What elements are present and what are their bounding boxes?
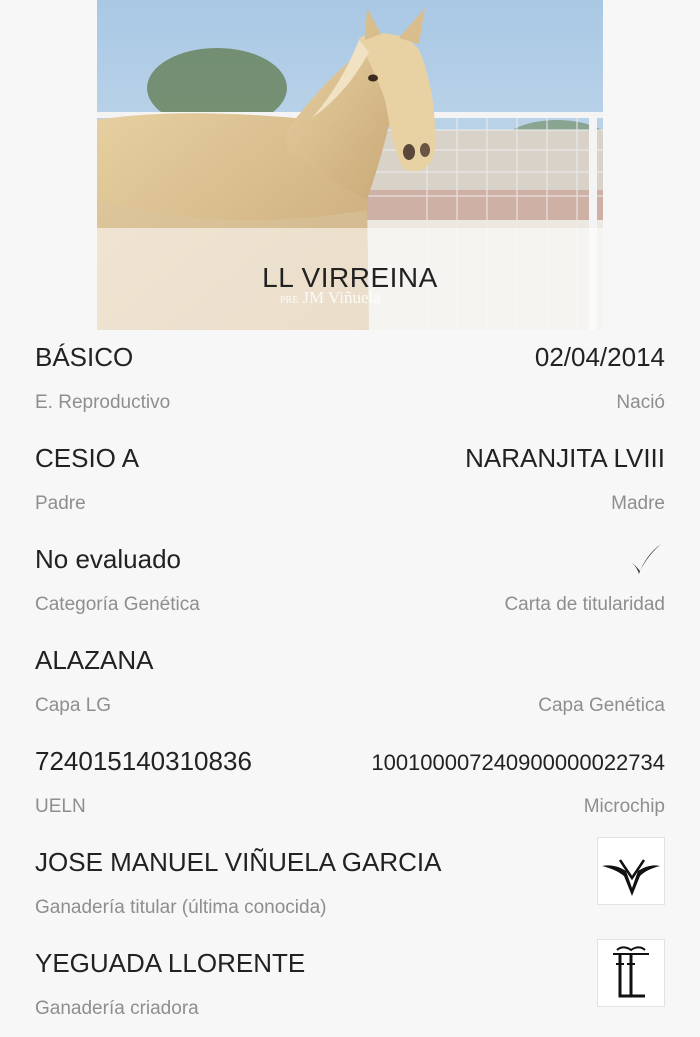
detail-row-breeder[interactable]: YEGUADA LLORENTE Ganadería criadora [35, 936, 665, 1037]
detail-row-parents: CESIO A Padre NARANJITA LVIII Madre [35, 431, 665, 532]
reproductive-state-value: BÁSICO [35, 342, 134, 372]
coat-lg-label: Capa LG [35, 695, 112, 716]
detail-row-owner[interactable]: JOSE MANUEL VIÑUELA GARCIA Ganadería tit… [35, 835, 665, 936]
reproductive-state-label: E. Reproductivo [35, 392, 171, 413]
microchip-label: Microchip [583, 796, 665, 817]
watermark-text: JM Viñuela [302, 288, 381, 307]
checkmark-icon [630, 544, 661, 574]
ueln-value: 724015140310836 [35, 746, 252, 776]
sire-value[interactable]: CESIO A [35, 443, 139, 474]
ownership-card-label: Carta de titularidad [504, 594, 665, 615]
breeder-brand-logo[interactable] [597, 939, 665, 1007]
microchip-value: 100100007240900000022734 [371, 750, 665, 775]
genetic-coat-label: Capa Genética [538, 695, 665, 716]
sire-label: Padre [35, 493, 86, 514]
breeder-label: Ganadería criadora [35, 998, 199, 1019]
dam-label: Madre [611, 493, 665, 514]
dam-value[interactable]: NARANJITA LVIII [465, 443, 665, 474]
photo-watermark: PRE JM Viñuela [280, 288, 480, 308]
detail-row-coat: ALAZANA Capa LG Capa Genética [35, 633, 665, 734]
detail-row-reproductive: BÁSICO E. Reproductivo 02/04/2014 Nació [35, 330, 665, 431]
detail-row-genetic: No evaluado Categoría Genética Carta de … [35, 532, 665, 633]
ueln-label: UELN [35, 796, 86, 817]
owner-label: Ganadería titular (última conocida) [35, 897, 327, 918]
jmv-brand-icon [602, 859, 660, 896]
owner-value: JOSE MANUEL VIÑUELA GARCIA [35, 847, 442, 877]
genetic-category-value: No evaluado [35, 544, 181, 574]
coat-lg-value: ALAZANA [35, 645, 154, 675]
genetic-category-label: Categoría Genética [35, 594, 200, 615]
birth-date-label: Nació [616, 392, 665, 413]
watermark-prefix: PRE [280, 295, 299, 306]
ll-brand-icon [613, 946, 649, 998]
breeder-value: YEGUADA LLORENTE [35, 948, 306, 978]
horse-details: BÁSICO E. Reproductivo 02/04/2014 Nació … [0, 330, 700, 1024]
birth-date-value: 02/04/2014 [534, 342, 665, 372]
detail-row-ids: 724015140310836 UELN 1001000072409000000… [35, 734, 665, 835]
horse-photo: LL VIRREINA PRE JM Viñuela [97, 0, 603, 330]
owner-brand-logo[interactable] [597, 837, 665, 905]
